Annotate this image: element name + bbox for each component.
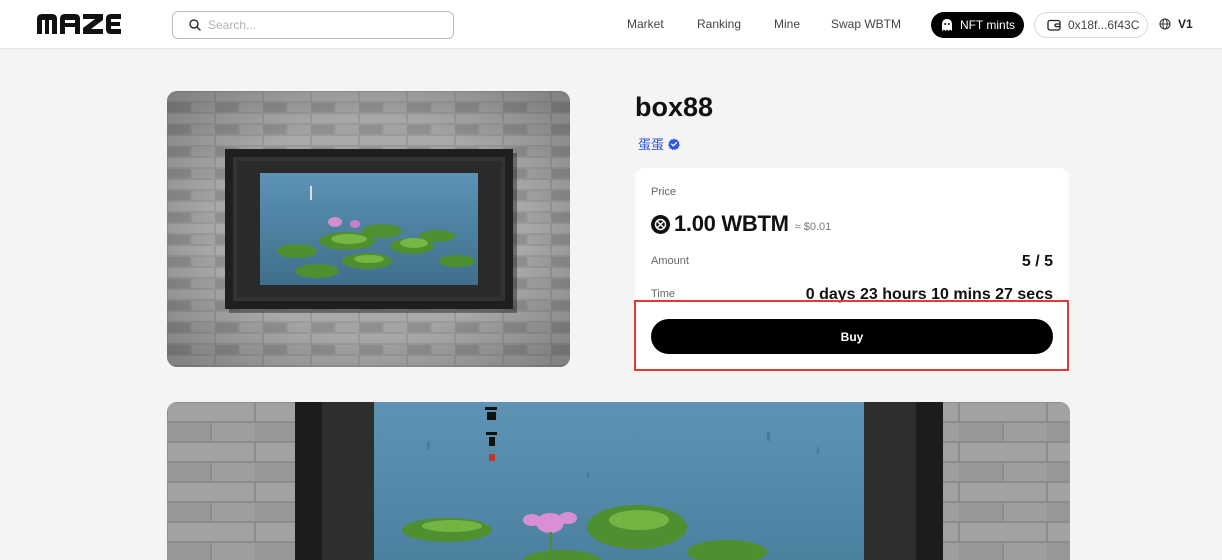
wallet-button[interactable]: 0x18f...6f43C [1034,12,1148,38]
nav-swap-wbtm[interactable]: Swap WBTM [831,17,901,31]
ghost-icon [941,19,952,31]
nft-title: box88 [635,92,714,122]
framed-painting-image [167,91,570,367]
nft-mints-label: NFT mints [959,18,1016,32]
search-input[interactable] [208,18,438,32]
time-label: Time [651,288,676,300]
nft-mints-button[interactable]: NFT mints [931,12,1024,38]
nft-thumbnail[interactable] [167,91,570,367]
version-label: V1 [1178,17,1193,31]
nav-mine[interactable]: Mine [774,17,800,31]
amount-label: Amount [651,255,689,267]
nft-large-preview [167,402,1070,560]
wbtm-token-icon [651,214,670,234]
price-row: 1.00 WBTM ≈ $0.01 [651,211,831,237]
globe-icon [1159,18,1171,30]
version-switcher[interactable]: V1 [1159,17,1193,31]
nav-ranking[interactable]: Ranking [697,17,741,31]
buy-button[interactable]: Buy [651,319,1053,354]
search-bar[interactable] [172,11,454,39]
price-value: 1.00 WBTM [674,211,789,236]
amount-value: 5 / 5 [1021,253,1053,270]
creator-link[interactable]: 蛋蛋 [638,134,680,153]
price-label: Price [651,186,677,198]
search-icon [189,19,201,31]
top-navbar: Market Ranking Mine Swap WBTM NFT mints … [0,0,1222,49]
price-usd-estimate: ≈ $0.01 [794,221,832,233]
maze-logo[interactable] [37,14,121,36]
framed-painting-large-image [167,402,1070,560]
wallet-address: 0x18f...6f43C [1068,18,1140,32]
nav-market[interactable]: Market [627,17,664,31]
verified-badge-icon [668,138,680,150]
creator-name: 蛋蛋 [638,137,665,152]
wallet-icon [1047,19,1061,31]
